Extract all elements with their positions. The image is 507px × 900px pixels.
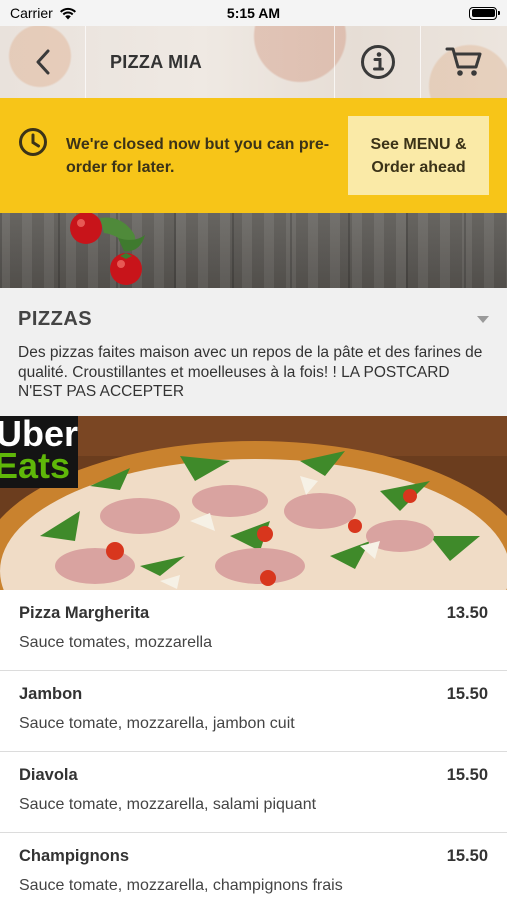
closed-banner: We're closed now but you can pre-order f…	[0, 98, 507, 213]
battery-icon	[469, 6, 500, 20]
cart-button[interactable]	[421, 26, 507, 98]
nav-bar: PIZZA MIA	[0, 26, 507, 98]
menu-item[interactable]: Jambon 15.50 Sauce tomate, mozzarella, j…	[0, 671, 507, 752]
item-name: Champignons	[19, 847, 129, 865]
tomatoes-image	[70, 213, 145, 285]
category-title: PIZZAS	[18, 308, 93, 330]
menu-item[interactable]: Champignons 15.50 Sauce tomate, mozzarel…	[0, 833, 507, 900]
nav-title-container: PIZZA MIA	[86, 26, 335, 98]
menu-item[interactable]: Diavola 15.50 Sauce tomate, mozzarella, …	[0, 752, 507, 833]
item-price: 15.50	[446, 847, 488, 865]
status-left: Carrier	[10, 5, 77, 21]
info-icon	[360, 45, 395, 79]
cart-icon	[445, 47, 482, 76]
menu-item[interactable]: Pizza Margherita 13.50 Sauce tomates, mo…	[0, 590, 507, 671]
order-ahead-button[interactable]: See MENU & Order ahead	[348, 116, 489, 195]
item-price: 15.50	[446, 685, 488, 703]
info-button[interactable]	[335, 26, 421, 98]
item-name: Pizza Margherita	[19, 604, 150, 622]
carrier-label: Carrier	[10, 5, 53, 21]
item-description: Sauce tomates, mozzarella	[19, 634, 212, 651]
item-name: Diavola	[19, 766, 78, 784]
category-header[interactable]: PIZZAS Des pizzas faites maison avec un …	[0, 288, 507, 416]
pizza-hero-image: Uber Eats	[0, 416, 507, 590]
menu-list: Pizza Margherita 13.50 Sauce tomates, mo…	[0, 590, 507, 900]
clock-icon	[19, 127, 47, 156]
wifi-icon	[59, 7, 76, 19]
item-description: Sauce tomate, mozzarella, jambon cuit	[19, 715, 295, 732]
uber-eats-badge: Uber Eats	[0, 416, 78, 488]
chevron-left-icon	[36, 49, 49, 75]
item-price: 15.50	[446, 766, 488, 784]
item-description: Sauce tomate, mozzarella, salami piquant	[19, 796, 317, 813]
back-button[interactable]	[0, 26, 86, 98]
status-bar: Carrier 5:15 AM	[0, 0, 507, 26]
wood-background-image	[0, 213, 507, 288]
uber-eats-badge-line2: Eats	[0, 445, 71, 486]
closed-message: We're closed now but you can pre-order f…	[66, 135, 330, 176]
item-name: Jambon	[19, 685, 83, 703]
item-description: Sauce tomate, mozzarella, champignons fr…	[19, 877, 343, 894]
page-title: PIZZA MIA	[110, 51, 203, 72]
item-price: 13.50	[446, 604, 488, 622]
category-description: Des pizzas faites maison avec un repos d…	[18, 344, 483, 400]
collapse-arrow-icon[interactable]	[477, 316, 489, 323]
